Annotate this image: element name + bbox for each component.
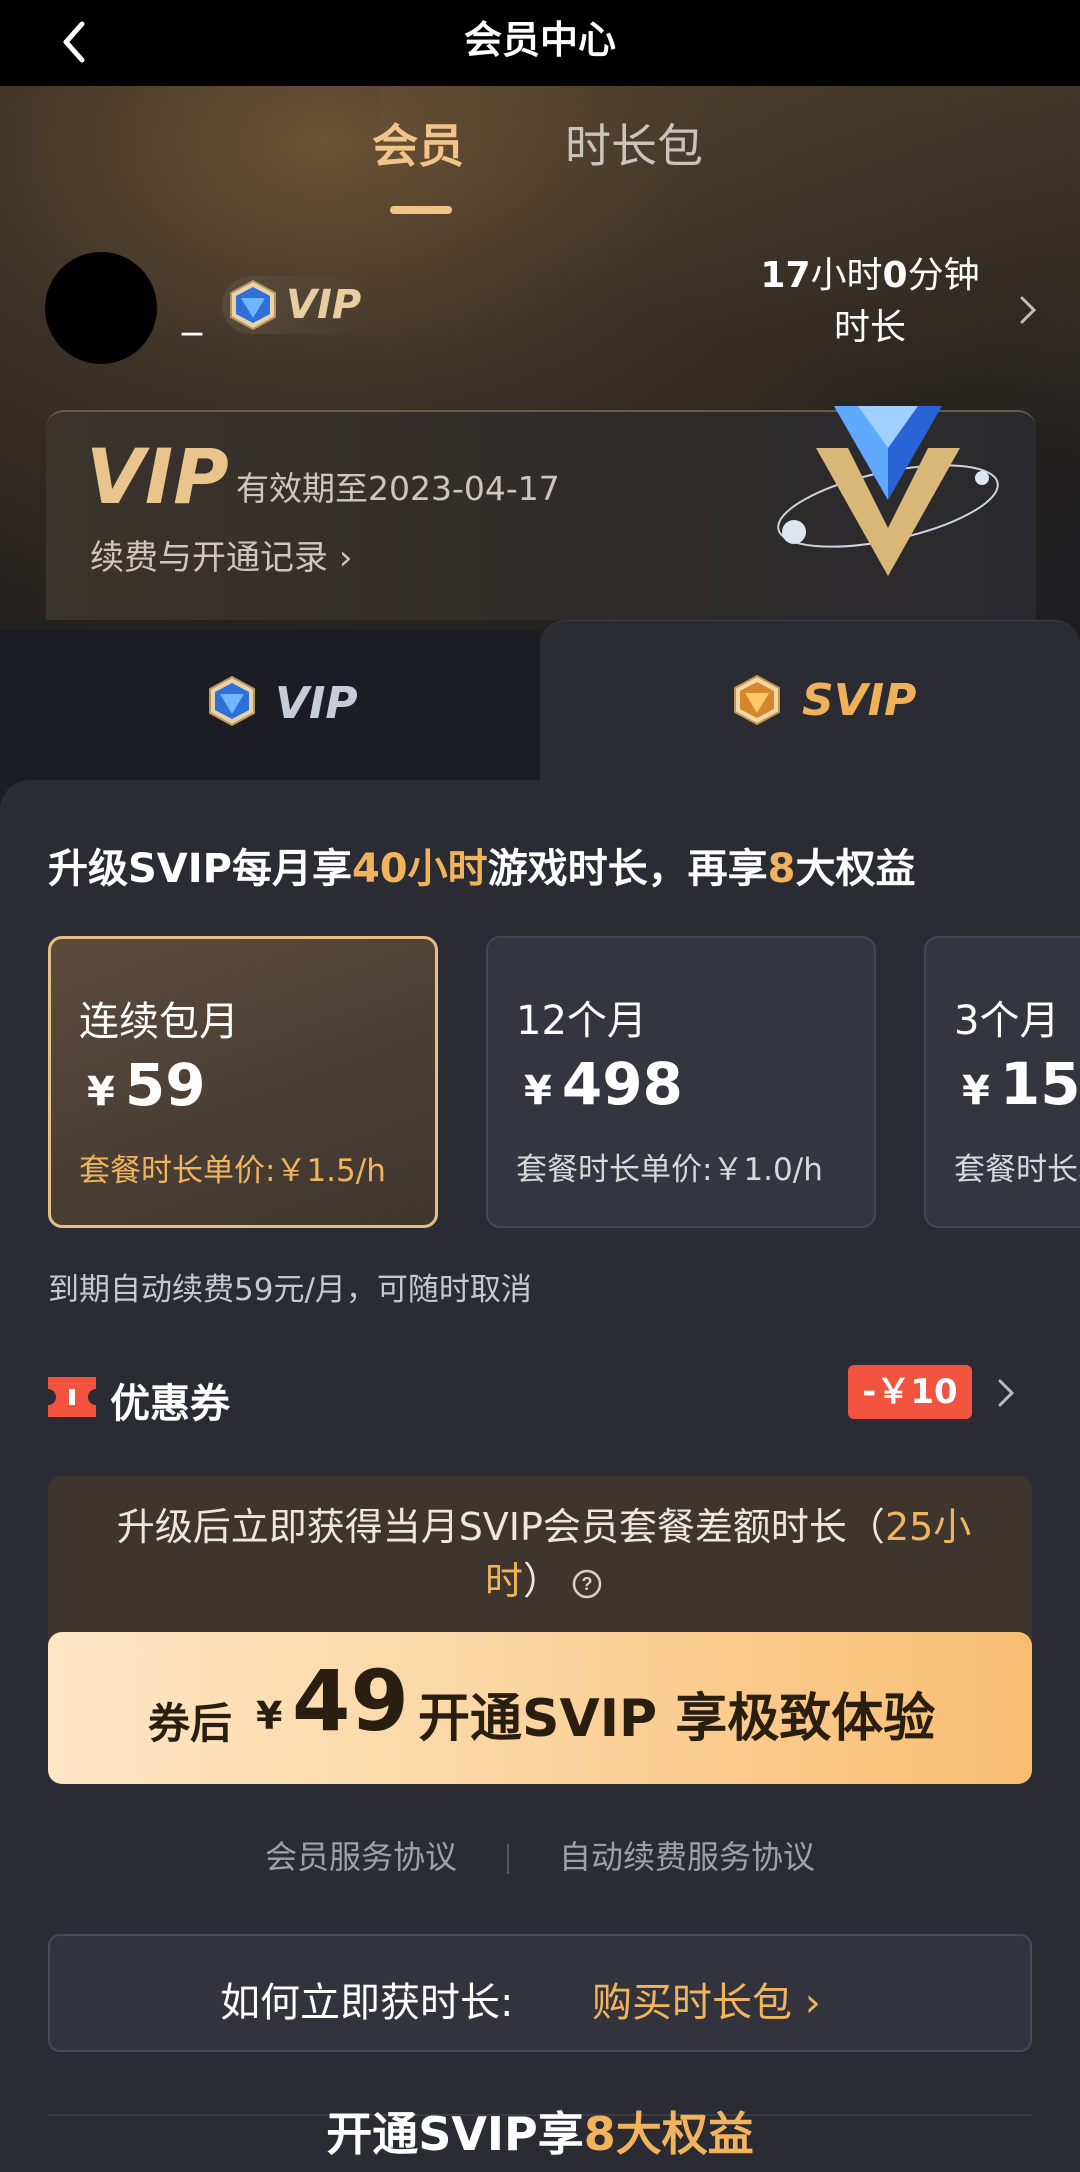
plan-unit-price: 套餐时长单价:￥1.5/h <box>79 1153 386 1189</box>
agreement-divider <box>507 1844 509 1874</box>
headline-text: 大权益 <box>795 846 916 892</box>
remaining-duration[interactable]: 17小时0分钟 时长 <box>740 250 1000 354</box>
svg-text:?: ? <box>582 1574 593 1594</box>
active-tab-indicator <box>390 206 452 214</box>
coupon-ticket-icon <box>48 1377 96 1417</box>
currency-symbol: ¥ <box>962 1068 990 1114</box>
vip-level-badge: VIP <box>222 276 372 334</box>
chevron-right-icon[interactable] <box>1010 292 1046 328</box>
agreement-links: 会员服务协议 自动续费服务协议 <box>0 1832 1080 1878</box>
tier-tab-svip[interactable]: SVIP <box>540 620 1080 790</box>
plan-card-3-months[interactable]: 3个月 ¥159 套餐时长单价 <box>924 936 1080 1228</box>
cta-label: 开通SVIP 享极致体验 <box>418 1689 936 1749</box>
vip-emblem-icon <box>777 406 999 576</box>
open-svip-button[interactable]: 券后 ¥ 49 开通SVIP 享极致体验 <box>48 1632 1032 1784</box>
renewal-history-link[interactable]: 续费与开通记录 › <box>90 530 352 579</box>
cta-currency: ¥ <box>256 1694 283 1738</box>
plan-name: 12个月 <box>516 998 647 1044</box>
auto-renew-agreement-link[interactable]: 自动续费服务协议 <box>559 1832 815 1878</box>
coupon-discount-badge: -￥10 <box>848 1365 972 1419</box>
plan-unit-price: 套餐时长单价 <box>954 1152 1080 1188</box>
headline-text: 升级SVIP每月享 <box>48 846 352 892</box>
duration-hours-unit: 小时 <box>810 255 883 296</box>
upgrade-bonus-text: 升级后立即获得当月SVIP会员套餐差额时长（25小时）? <box>104 1500 984 1608</box>
duration-minutes: 0 <box>882 255 908 296</box>
benefits-title-highlight: 8大权益 <box>583 2107 754 2161</box>
plan-card-12-months[interactable]: 12个月 ¥498 套餐时长单价:￥1.0/h <box>486 936 876 1228</box>
duration-hours: 17 <box>760 255 811 296</box>
headline-highlight-hours: 40小时 <box>351 846 488 892</box>
benefits-section-title: 开通SVIP享8大权益 <box>0 2098 1080 2164</box>
upgrade-note-text: 升级后立即获得当月SVIP会员套餐差额时长（ <box>116 1505 885 1549</box>
cta-prefix: 券后 <box>148 1699 233 1748</box>
plan-unit-price: 套餐时长单价:￥1.0/h <box>516 1152 823 1188</box>
tab-time-pack[interactable]: 时长包 <box>565 116 703 176</box>
chevron-right-icon: › <box>338 538 353 578</box>
renewal-history-label: 续费与开通记录 <box>90 538 328 578</box>
vip-gem-icon <box>230 279 276 331</box>
avatar[interactable] <box>45 252 157 364</box>
page-title: 会员中心 <box>463 18 616 62</box>
plan-name: 连续包月 <box>79 999 239 1045</box>
howto-question: 如何立即获时长: <box>220 1980 514 2026</box>
currency-symbol: ¥ <box>87 1069 115 1115</box>
vip-badge-label: VIP <box>286 282 362 328</box>
vip-card-title: VIP <box>86 432 229 521</box>
svip-headline: 升级SVIP每月享40小时游戏时长，再享8大权益 <box>48 836 915 894</box>
plan-price-value: 159 <box>999 1050 1080 1118</box>
svip-gem-icon <box>734 674 780 726</box>
plan-price: ¥159 <box>962 1050 1080 1118</box>
headline-highlight-count: 8 <box>767 846 796 892</box>
coupon-row[interactable]: 优惠券 -￥10 <box>48 1365 1038 1435</box>
auto-renew-note: 到期自动续费59元/月，可随时取消 <box>48 1272 532 1308</box>
vip-gem-icon <box>209 675 255 727</box>
plan-card-monthly[interactable]: 连续包月 ¥59 套餐时长单价:￥1.5/h <box>48 936 438 1228</box>
tier-tab-svip-label: SVIP <box>802 675 917 726</box>
coupon-label: 优惠券 <box>110 1381 230 1427</box>
tab-membership[interactable]: 会员 <box>372 116 464 176</box>
vip-expiry-date: 有效期至2023-04-17 <box>236 469 560 508</box>
buy-time-pack-link[interactable]: 购买时长包 › <box>592 1970 821 2028</box>
chevron-right-icon <box>998 1379 1015 1407</box>
upgrade-bonus-note: 升级后立即获得当月SVIP会员套餐差额时长（25小时）? <box>48 1476 1032 1646</box>
membership-agreement-link[interactable]: 会员服务协议 <box>265 1832 457 1878</box>
top-bar: 会员中心 <box>0 0 1080 86</box>
tier-tab-vip-label: VIP <box>275 678 358 729</box>
plan-price: ¥59 <box>87 1051 206 1119</box>
plan-price-value: 59 <box>124 1051 206 1119</box>
buy-time-pack-banner[interactable]: 如何立即获时长: 购买时长包 › <box>48 1934 1032 2052</box>
help-icon[interactable]: ? <box>571 1568 603 1600</box>
plan-name: 3个月 <box>954 998 1060 1044</box>
benefits-title-text: 开通SVIP享 <box>326 2107 584 2161</box>
username: _ <box>182 290 202 336</box>
cta-amount: 49 <box>292 1652 409 1750</box>
svip-purchase-panel: 升级SVIP每月享40小时游戏时长，再享8大权益 连续包月 ¥59 套餐时长单价… <box>0 780 1080 2172</box>
plan-price-value: 498 <box>561 1050 683 1118</box>
headline-text: 游戏时长，再享 <box>487 846 768 892</box>
upgrade-note-close: ） <box>523 1559 562 1603</box>
tier-tab-vip[interactable]: VIP <box>0 630 540 780</box>
currency-symbol: ¥ <box>524 1068 552 1114</box>
duration-minutes-unit: 分钟 <box>907 255 980 296</box>
plan-price: ¥498 <box>524 1050 683 1118</box>
duration-label: 时长 <box>833 307 906 348</box>
